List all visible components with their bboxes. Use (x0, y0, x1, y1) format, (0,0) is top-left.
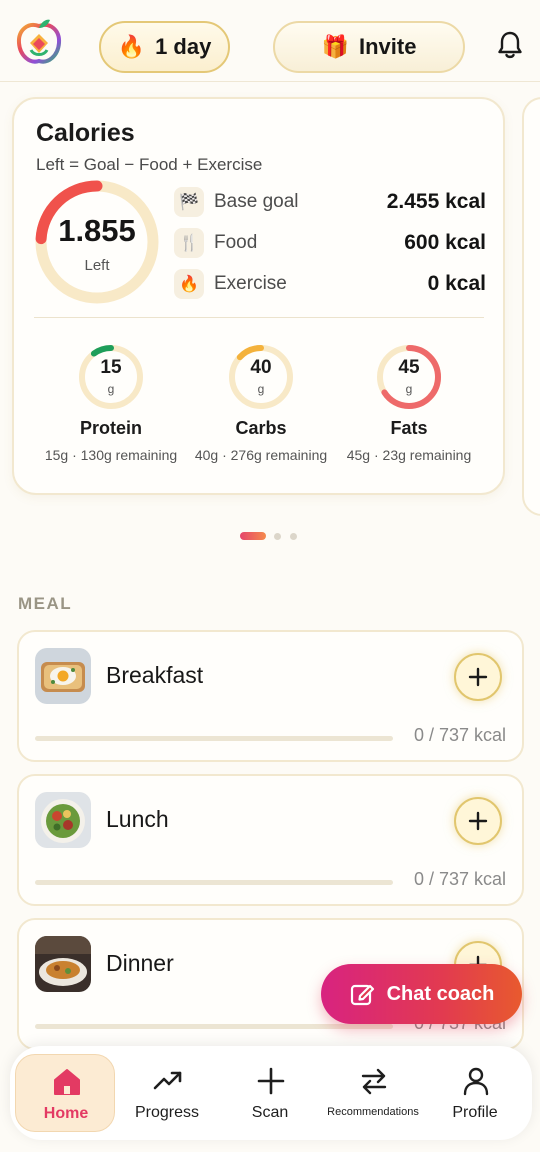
dinner-photo (35, 936, 91, 992)
fats-remaining: 45g · 23g remaining (346, 447, 472, 463)
nav-scan[interactable]: Scan (220, 1054, 320, 1132)
add-lunch-button[interactable] (454, 797, 502, 845)
meal-section-heading: MEAL (18, 594, 73, 613)
calories-formula: Left = Goal − Food + Exercise (36, 155, 263, 174)
person-icon (463, 1067, 489, 1096)
calories-title: Calories (36, 119, 135, 147)
protein-unit: g (107, 382, 115, 396)
fats-label: Fats (390, 418, 428, 438)
breakfast-photo (35, 648, 91, 704)
exercise-label: Exercise (214, 273, 287, 294)
fork-knife-icon: 🍴 (174, 228, 204, 258)
meal-card-lunch[interactable]: Lunch 0 / 737 kcal (17, 774, 524, 906)
base-goal-row: 🏁 Base goal 2.455 kcal (174, 187, 486, 217)
calories-left-label: Left (84, 257, 110, 274)
nav-home[interactable]: Home (15, 1054, 115, 1132)
carousel-dot-active[interactable] (240, 532, 266, 540)
meal-name: Dinner (106, 950, 174, 976)
plus-icon (468, 667, 488, 687)
food-row: 🍴 Food 600 kcal (174, 228, 486, 258)
swap-arrows-icon (361, 1068, 387, 1095)
flame-icon: 🔥 (174, 269, 204, 299)
protein-remaining: 15g · 130g remaining (44, 447, 178, 463)
gift-icon: 🎁 (321, 34, 349, 59)
meal-kcal: 0 / 737 kcal (413, 725, 506, 745)
base-goal-label: Base goal (214, 191, 299, 212)
carousel-dot[interactable] (274, 533, 281, 540)
fats-value: 45 (398, 357, 420, 378)
calories-left-value: 1.855 (58, 213, 136, 248)
macro-fats: 45 g Fats 45g · 23g remaining (334, 339, 484, 469)
nav-progress[interactable]: Progress (117, 1054, 217, 1132)
exercise-row: 🔥 Exercise 0 kcal (174, 269, 486, 299)
streak-button[interactable]: 🔥 1 day (99, 21, 230, 73)
carbs-remaining: 40g · 276g remaining (194, 447, 328, 463)
lunch-photo (35, 792, 91, 848)
streak-label: 1 day (155, 34, 212, 59)
meal-name: Lunch (106, 806, 169, 832)
plus-icon (257, 1067, 285, 1095)
protein-label: Protein (79, 418, 142, 438)
protein-value: 15 (100, 357, 122, 378)
base-goal-value: 2.455 kcal (386, 190, 486, 213)
carbs-unit: g (257, 382, 265, 396)
fats-unit: g (405, 382, 413, 396)
carousel-dot[interactable] (290, 533, 297, 540)
app-logo[interactable] (16, 16, 62, 66)
plus-icon (468, 811, 488, 831)
meal-card-breakfast[interactable]: Breakfast 0 / 737 kcal (17, 630, 524, 762)
chat-coach-label: Chat coach (386, 982, 495, 1005)
meal-progress-bar (35, 1024, 393, 1029)
macro-carbs: 40 g Carbs 40g · 276g remaining (186, 339, 336, 469)
nav-recommendations[interactable]: Recommendations (323, 1054, 423, 1132)
calories-card[interactable]: Calories Left = Goal − Food + Exercise 1… (12, 97, 505, 495)
meal-progress-bar (35, 880, 393, 885)
trending-up-icon (153, 1071, 182, 1090)
flag-icon: 🏁 (174, 187, 204, 217)
exercise-value: 0 kcal (427, 272, 486, 295)
nav-profile[interactable]: Profile (425, 1054, 525, 1132)
divider (34, 317, 484, 318)
macro-protein: 15 g Protein 15g · 130g remaining (36, 339, 186, 469)
meal-progress-bar (35, 736, 393, 741)
carousel-indicator[interactable] (240, 532, 300, 542)
next-summary-card[interactable] (522, 97, 540, 516)
carbs-value: 40 (250, 357, 272, 378)
bell-icon[interactable] (496, 30, 524, 60)
invite-label: Invite (358, 34, 417, 59)
food-label: Food (214, 232, 258, 253)
bottom-navigation: Home Progress Scan Recommendations Profi… (10, 1046, 532, 1140)
nav-label: Scan (251, 1104, 289, 1121)
invite-button[interactable]: 🎁 Invite (273, 21, 465, 73)
flame-icon: 🔥 (117, 34, 146, 59)
top-header: 🔥 1 day 🎁 Invite (0, 0, 540, 82)
carbs-label: Carbs (235, 418, 287, 438)
nav-label: Progress (134, 1104, 200, 1121)
meal-kcal: 0 / 737 kcal (413, 869, 506, 889)
add-breakfast-button[interactable] (454, 653, 502, 701)
food-value: 600 kcal (404, 231, 486, 254)
home-icon (54, 1069, 80, 1095)
chat-coach-button[interactable]: Chat coach (321, 964, 522, 1024)
nav-label: Profile (452, 1104, 498, 1121)
meal-name: Breakfast (106, 662, 204, 688)
edit-icon (350, 984, 374, 1006)
